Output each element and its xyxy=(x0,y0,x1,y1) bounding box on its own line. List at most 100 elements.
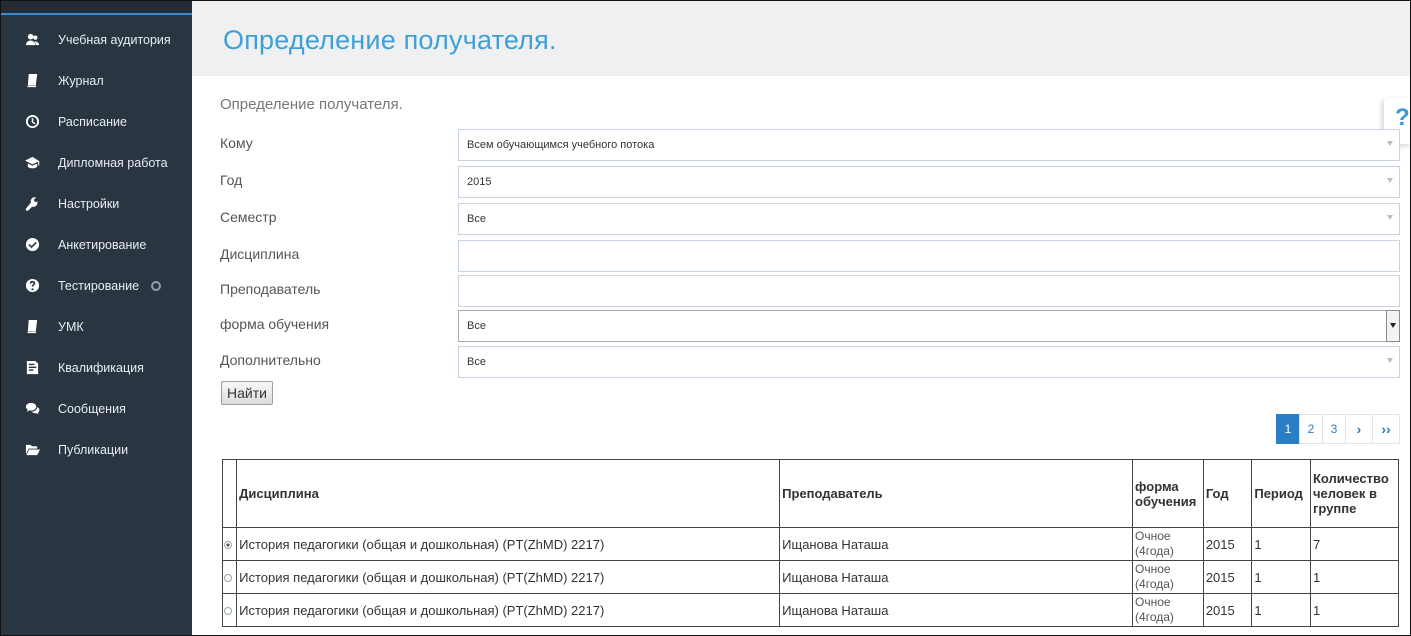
header-teacher[interactable]: Преподаватель xyxy=(779,459,1134,528)
cell-year: 2015 xyxy=(1202,560,1253,594)
sidebar-item-publications[interactable]: Публикации xyxy=(1,429,192,470)
sidebar-item-messages[interactable]: Сообщения xyxy=(1,388,192,429)
field-label: Дисциплина xyxy=(220,246,300,262)
help-icon: ? xyxy=(1395,104,1410,131)
field-label: Год xyxy=(220,172,243,188)
wrench-icon xyxy=(23,195,41,213)
year-select[interactable]: 2015 xyxy=(458,166,1400,198)
chevron-down-icon xyxy=(1387,358,1393,363)
question-circle-icon xyxy=(23,277,41,295)
form-row-semestr: Семестр Все xyxy=(220,203,1400,235)
page-link-1[interactable]: 1 xyxy=(1276,414,1300,444)
select-value: Всем обучающимся учебного потока xyxy=(467,139,655,151)
form-row-god: Год 2015 xyxy=(220,166,1400,198)
cell-year: 2015 xyxy=(1202,593,1253,627)
row-radio[interactable] xyxy=(224,606,232,615)
form-row-disciplina: Дисциплина xyxy=(220,240,1400,272)
sidebar-item-label: Учебная аудитория xyxy=(58,32,171,47)
sidebar-accent-line xyxy=(1,13,192,15)
cell-discipline: История педагогики (общая и дошкольная) … xyxy=(236,560,781,594)
chevron-down-icon xyxy=(1387,215,1393,220)
last-page-button[interactable]: ›› xyxy=(1372,414,1400,444)
users-icon xyxy=(23,31,41,49)
cell-year: 2015 xyxy=(1202,527,1253,561)
discipline-input[interactable] xyxy=(458,240,1400,272)
next-page-button[interactable]: › xyxy=(1345,414,1373,444)
row-radio[interactable] xyxy=(224,540,232,549)
chevron-down-icon xyxy=(1387,141,1393,146)
sidebar-item-classroom[interactable]: Учебная аудитория xyxy=(1,19,192,60)
header-select xyxy=(221,459,238,528)
cell-discipline: История педагогики (общая и дошкольная) … xyxy=(236,593,781,627)
sidebar-item-label: Квалификация xyxy=(58,360,144,375)
cell-group-count: 7 xyxy=(1310,527,1399,561)
cell-period: 1 xyxy=(1251,527,1311,561)
results-table: Дисциплина Преподаватель форма обучения … xyxy=(221,459,1399,627)
sidebar-item-label: Расписание xyxy=(58,114,127,129)
book-icon xyxy=(23,318,41,336)
field-label: Дополнительно xyxy=(220,352,321,368)
cell-study-form: Очное (4года) xyxy=(1132,527,1204,561)
sidebar-item-testing[interactable]: Тестирование xyxy=(1,265,192,306)
app-window: Учебная аудитория Журнал Расписание Дипл… xyxy=(0,0,1411,636)
page-header: Определение получателя. xyxy=(192,1,1410,76)
select-value: Все xyxy=(467,356,486,368)
cell-period: 1 xyxy=(1251,593,1311,627)
study-form-select[interactable]: Все xyxy=(458,310,1400,342)
page-link-2[interactable]: 2 xyxy=(1299,414,1323,444)
graduation-cap-icon xyxy=(23,154,41,172)
sidebar-item-label: Сообщения xyxy=(58,401,126,416)
sidebar-item-umk[interactable]: УМК xyxy=(1,306,192,347)
table-row[interactable]: История педагогики (общая и дошкольная) … xyxy=(221,527,1399,561)
sidebar-item-settings[interactable]: Настройки xyxy=(1,183,192,224)
form-row-komu: Кому Всем обучающимся учебного потока xyxy=(220,129,1400,161)
row-select-cell xyxy=(221,560,238,594)
sidebar-item-label: Публикации xyxy=(58,442,129,457)
sidebar-item-journal[interactable]: Журнал xyxy=(1,60,192,101)
section-title: Определение получателя. xyxy=(220,96,403,113)
main-area: Определение получателя. Определение полу… xyxy=(192,1,1410,635)
cell-group-count: 1 xyxy=(1310,593,1399,627)
form-row-forma: форма обучения Все xyxy=(220,310,1400,342)
find-button[interactable]: Найти xyxy=(221,381,273,405)
chevron-down-icon xyxy=(1386,310,1400,342)
table-row[interactable]: История педагогики (общая и дошкольная) … xyxy=(221,560,1399,594)
sidebar: Учебная аудитория Журнал Расписание Дипл… xyxy=(1,1,192,635)
sidebar-topbar xyxy=(1,1,192,15)
comments-icon xyxy=(23,400,41,418)
header-study-form[interactable]: форма обучения xyxy=(1132,459,1204,528)
sidebar-item-survey[interactable]: Анкетирование xyxy=(1,224,192,265)
sidebar-item-schedule[interactable]: Расписание xyxy=(1,101,192,142)
sidebar-item-diploma[interactable]: Дипломная работа xyxy=(1,142,192,183)
field-label: форма обучения xyxy=(220,316,330,332)
chevron-circle-icon xyxy=(151,280,162,291)
sidebar-item-label: УМК xyxy=(58,319,84,334)
row-radio[interactable] xyxy=(224,573,232,582)
field-label: Семестр xyxy=(220,209,277,225)
cell-group-count: 1 xyxy=(1310,560,1399,594)
header-group-count[interactable]: Количество человек в группе xyxy=(1310,459,1399,528)
sidebar-item-label: Настройки xyxy=(58,196,120,211)
cell-discipline: История педагогики (общая и дошкольная) … xyxy=(236,527,781,561)
header-discipline[interactable]: Дисциплина xyxy=(236,459,781,528)
page-link-3[interactable]: 3 xyxy=(1322,414,1346,444)
sidebar-item-qualification[interactable]: Квалификация xyxy=(1,347,192,388)
additional-select[interactable]: Все xyxy=(458,346,1400,378)
clock-icon xyxy=(23,113,41,131)
book-icon xyxy=(23,72,41,90)
pagination: 1 2 3 › ›› xyxy=(1276,414,1400,444)
field-label: Кому xyxy=(220,135,253,151)
semester-select[interactable]: Все xyxy=(458,203,1400,235)
sidebar-item-label: Тестирование xyxy=(58,278,140,293)
header-year[interactable]: Год xyxy=(1202,459,1253,528)
chevron-down-icon xyxy=(1387,178,1393,183)
cell-period: 1 xyxy=(1251,560,1311,594)
cell-teacher: Ищанова Наташа xyxy=(779,527,1134,561)
recipient-select[interactable]: Всем обучающимся учебного потока xyxy=(458,129,1400,161)
header-period[interactable]: Период xyxy=(1251,459,1311,528)
cell-study-form: Очное (4года) xyxy=(1132,560,1204,594)
sidebar-nav: Учебная аудитория Журнал Расписание Дипл… xyxy=(1,19,192,470)
teacher-input[interactable] xyxy=(458,275,1400,307)
table-header-row: Дисциплина Преподаватель форма обучения … xyxy=(221,459,1399,528)
table-row[interactable]: История педагогики (общая и дошкольная) … xyxy=(221,593,1399,627)
